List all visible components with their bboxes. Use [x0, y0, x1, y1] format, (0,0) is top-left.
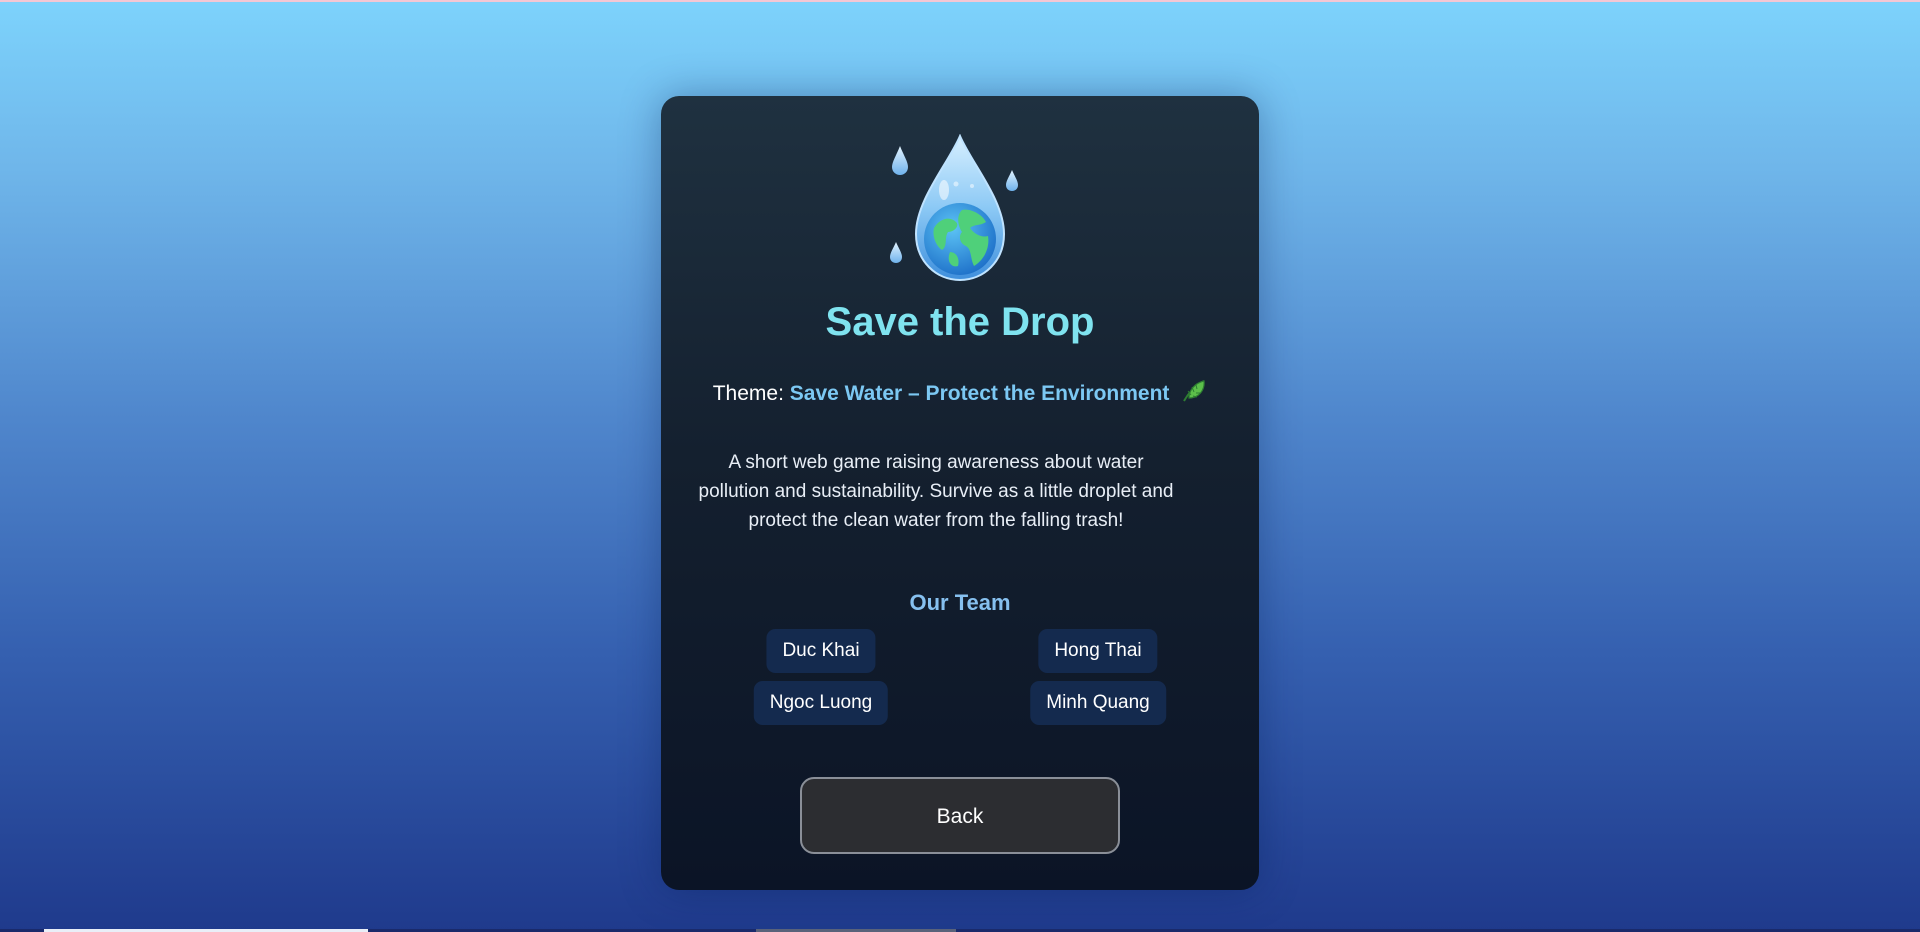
game-description: A short web game raising awareness about… — [698, 452, 1174, 531]
team-member-chip: Minh Quang — [1030, 681, 1166, 725]
game-title: Save the Drop — [825, 300, 1095, 344]
team-member-chip: Ngoc Luong — [753, 681, 889, 725]
window-top-border — [0, 0, 1920, 2]
team-heading: Our Team — [909, 590, 1011, 615]
team-member-chip: Duc Khai — [766, 629, 876, 673]
about-card: Save the Drop Theme: Save Water – Protec… — [661, 96, 1259, 890]
theme-value: Save Water – Protect the Environment — [789, 382, 1170, 405]
theme-label: Theme: — [712, 382, 784, 405]
water-drop-earth-icon — [890, 134, 1018, 282]
theme-line: Theme: Save Water – Protect the Environm… — [661, 378, 1259, 406]
leaf-icon — [1183, 380, 1205, 402]
team-member-chip: Hong Thai — [1038, 629, 1158, 673]
back-button[interactable]: Back — [800, 777, 1120, 854]
